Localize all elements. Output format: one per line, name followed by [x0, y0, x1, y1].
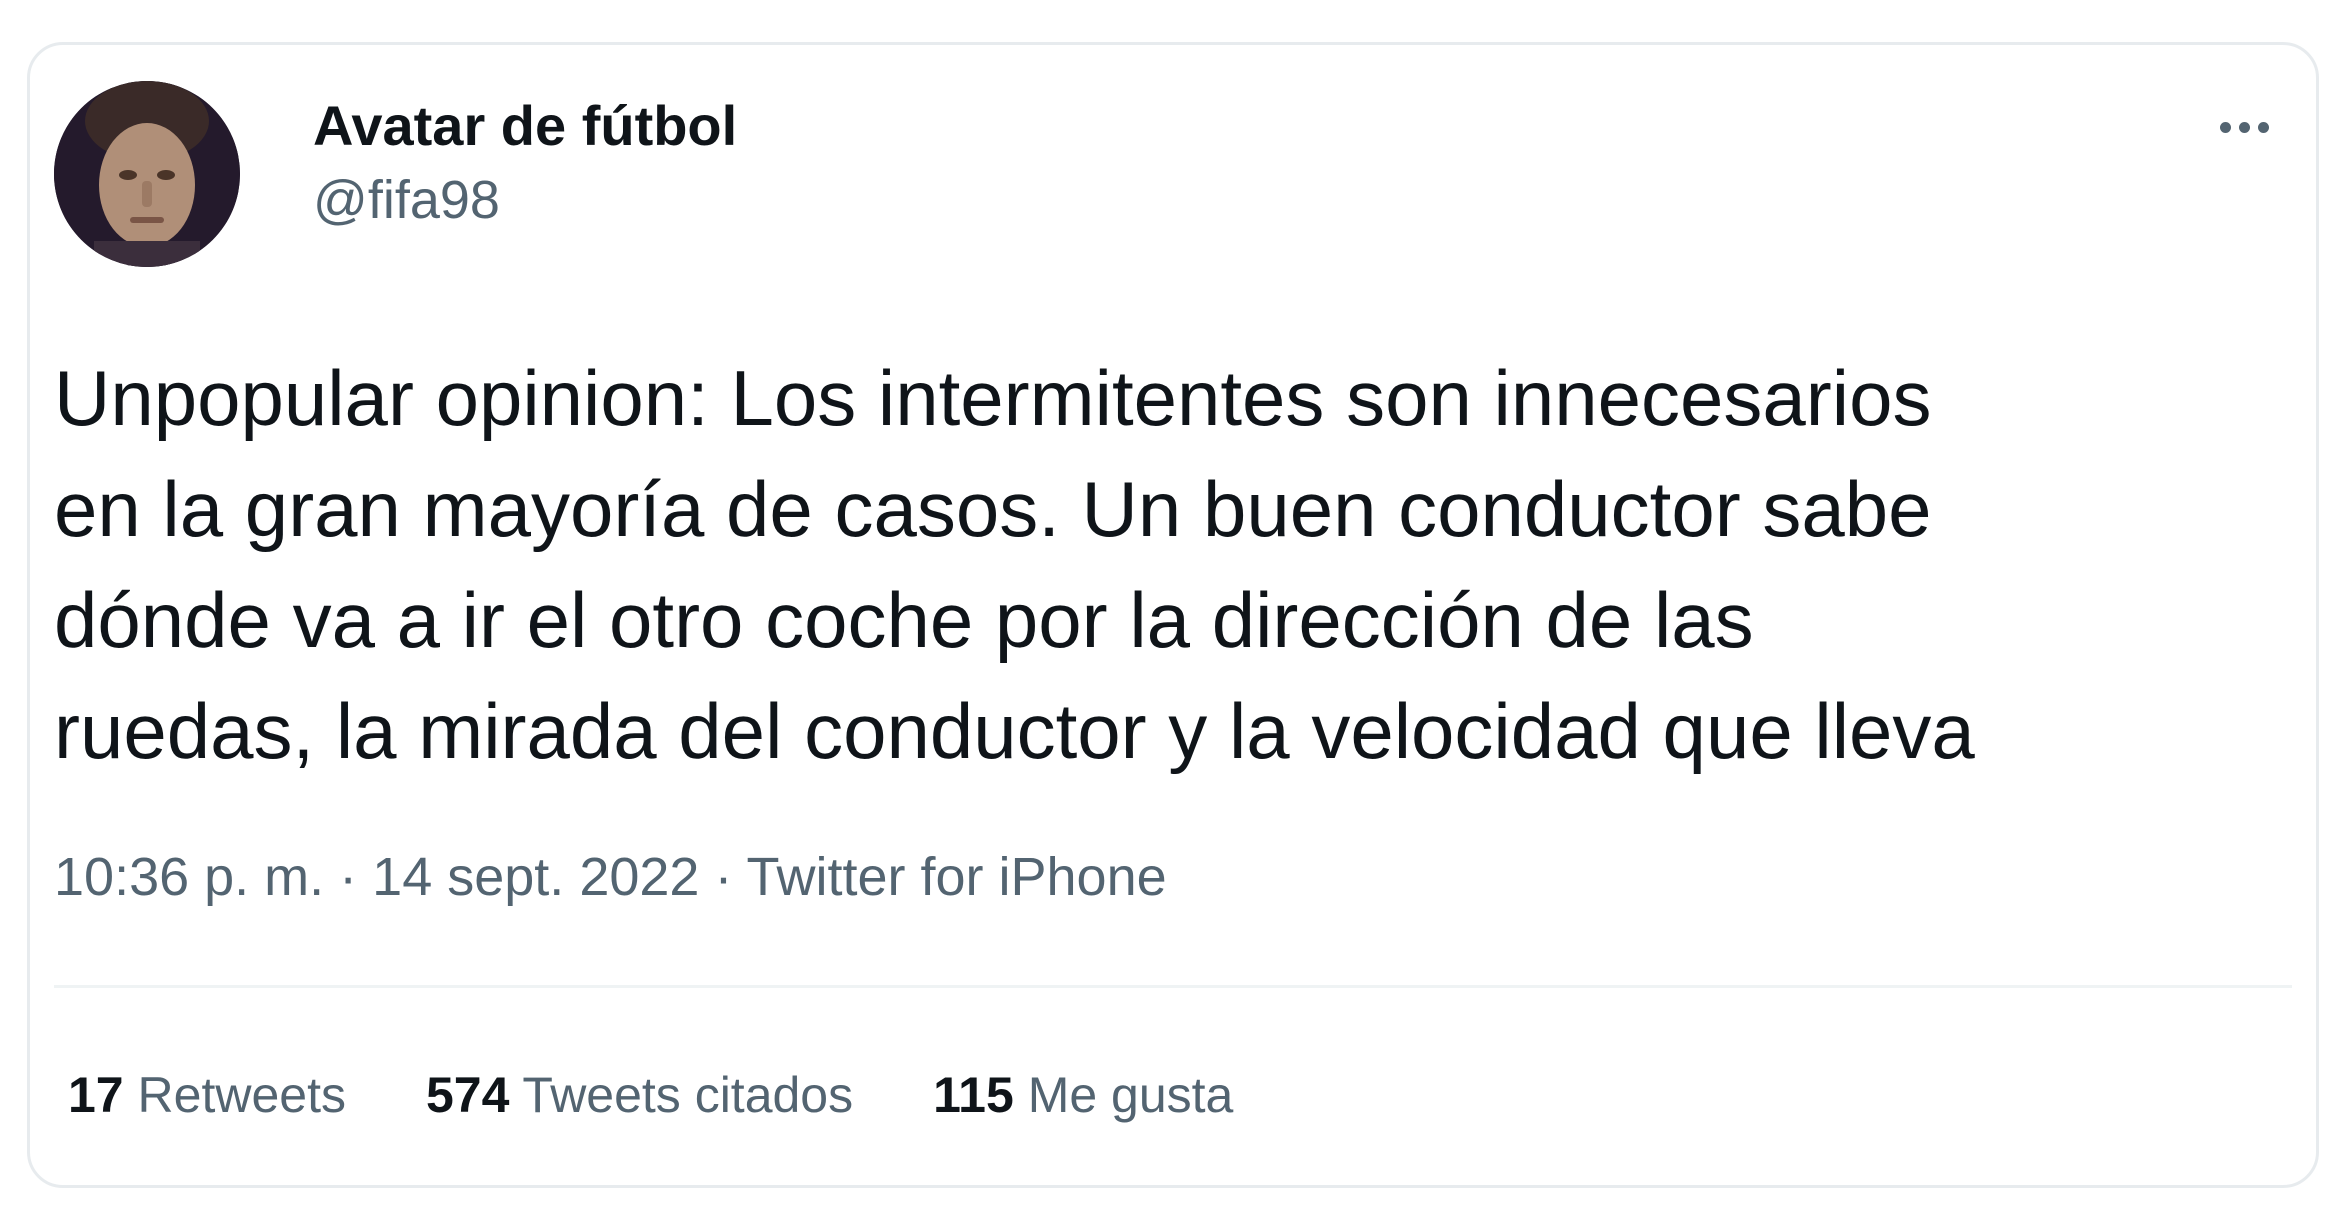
likes-count: 115 [933, 1067, 1014, 1123]
retweets-stat[interactable]: 17 Retweets [68, 1065, 346, 1125]
quote-tweets-label: Tweets citados [522, 1067, 854, 1123]
tweet-date[interactable]: 14 sept. 2022 [372, 847, 699, 907]
tweet-text-line: ruedas, la mirada del conductor y la vel… [54, 687, 1975, 775]
more-horizontal-icon [2219, 121, 2231, 133]
tweet-source[interactable]: Twitter for iPhone [746, 847, 1166, 907]
likes-label: Me gusta [1027, 1067, 1234, 1123]
tweet-card: Avatar de fútbol @fifa98 Unpopular opini… [27, 42, 2319, 1188]
more-horizontal-icon [2238, 121, 2250, 133]
quote-tweets-count: 574 [425, 1067, 510, 1123]
tweet-stats: 17 Retweets 574 Tweets citados 115 Me gu… [68, 1065, 1233, 1125]
avatar[interactable] [54, 81, 240, 267]
retweets-label: Retweets [137, 1067, 346, 1123]
tweet-metadata: 10:36 p. m. · 14 sept. 2022 · Twitter fo… [54, 845, 1167, 909]
meta-separator: · [699, 847, 747, 907]
tweet-text-line: dónde va a ir el otro coche por la direc… [54, 576, 1754, 664]
more-options-button[interactable] [2208, 107, 2280, 147]
tweet-time[interactable]: 10:36 p. m. [54, 847, 324, 907]
tweet-text-line: Unpopular opinion: Los intermitentes son… [54, 354, 1932, 442]
retweets-count: 17 [68, 1067, 124, 1123]
tweet-text: Unpopular opinion: Los intermitentes son… [54, 343, 2304, 787]
tweet-text-line: en la gran mayoría de casos. Un buen con… [54, 465, 1932, 553]
more-horizontal-icon [2257, 121, 2269, 133]
author-handle[interactable]: @fifa98 [313, 168, 500, 232]
likes-stat[interactable]: 115 Me gusta [933, 1065, 1233, 1125]
quote-tweets-stat[interactable]: 574 Tweets citados [426, 1065, 853, 1125]
divider [54, 985, 2292, 988]
avatar-image [54, 81, 240, 267]
author-display-name[interactable]: Avatar de fútbol [313, 93, 737, 159]
meta-separator: · [324, 847, 373, 907]
